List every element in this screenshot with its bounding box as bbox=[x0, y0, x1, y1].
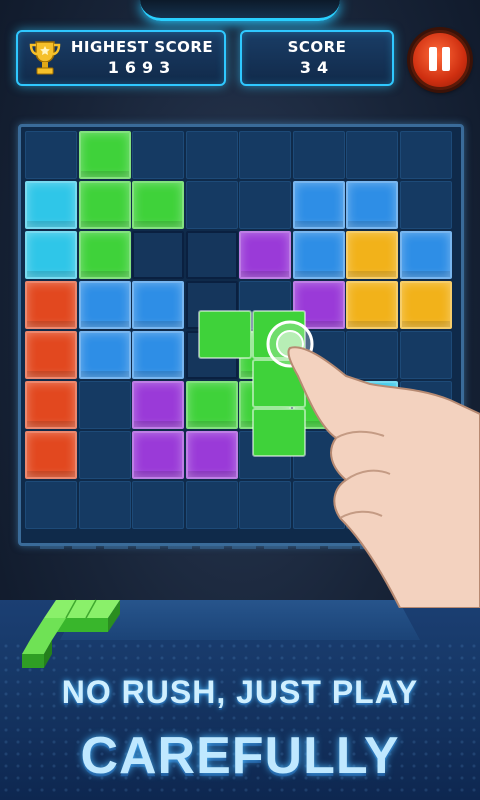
blue-block-cell bbox=[346, 181, 398, 229]
top-ornament bbox=[140, 0, 340, 21]
trophy-icon bbox=[29, 41, 61, 75]
score-label: SCORE bbox=[287, 38, 347, 56]
empty-cell bbox=[399, 181, 452, 229]
red-block-cell bbox=[25, 381, 77, 429]
blue-block-cell bbox=[132, 281, 184, 329]
blue-block-cell bbox=[132, 331, 184, 379]
purple-block-cell bbox=[132, 431, 184, 479]
target-cell bbox=[132, 231, 184, 279]
cyan-block-cell bbox=[25, 231, 77, 279]
green-block-cell bbox=[78, 131, 131, 179]
empty-cell bbox=[399, 131, 452, 179]
pause-icon bbox=[429, 47, 437, 71]
empty-cell bbox=[239, 131, 291, 179]
blue-block-cell bbox=[292, 231, 345, 279]
green-block-cell bbox=[132, 181, 184, 229]
pointing-hand-icon bbox=[266, 320, 480, 608]
purple-block-cell bbox=[239, 231, 291, 279]
blue-block-cell bbox=[78, 281, 131, 329]
red-block-cell bbox=[25, 431, 77, 479]
empty-cell bbox=[346, 131, 398, 179]
empty-cell bbox=[185, 131, 238, 179]
empty-cell bbox=[78, 481, 131, 529]
score-panel: SCORE 34 bbox=[240, 30, 394, 86]
empty-cell bbox=[78, 431, 131, 479]
score-value: 34 bbox=[299, 58, 335, 77]
empty-cell bbox=[78, 381, 131, 429]
slogan-line-1: NO RUSH, JUST PLAY bbox=[61, 674, 419, 710]
blue-block-cell bbox=[78, 331, 131, 379]
empty-cell bbox=[25, 131, 77, 179]
blue-block-cell bbox=[399, 231, 452, 279]
empty-cell bbox=[239, 181, 291, 229]
cyan-block-cell bbox=[25, 181, 77, 229]
highest-score-label: HIGHEST SCORE bbox=[70, 38, 214, 56]
empty-cell bbox=[132, 131, 184, 179]
empty-cell bbox=[185, 481, 238, 529]
empty-cell bbox=[292, 131, 345, 179]
target-cell bbox=[185, 231, 238, 279]
empty-cell bbox=[185, 181, 238, 229]
green-block-cell bbox=[78, 181, 131, 229]
yellow-block-cell bbox=[346, 231, 398, 279]
red-block-cell bbox=[25, 281, 77, 329]
empty-cell bbox=[132, 481, 184, 529]
dragged-piece-cell bbox=[198, 310, 252, 359]
blue-block-cell bbox=[292, 181, 345, 229]
purple-block-cell bbox=[132, 381, 184, 429]
highest-score-value: 1693 bbox=[107, 58, 177, 77]
highest-score-panel: HIGHEST SCORE 1693 bbox=[16, 30, 226, 86]
empty-cell bbox=[25, 481, 77, 529]
red-block-cell bbox=[25, 331, 77, 379]
3d-block-piece-icon bbox=[22, 599, 120, 668]
green-block-cell bbox=[78, 231, 131, 279]
pause-button[interactable] bbox=[410, 30, 470, 90]
slogan-line-2: CAREFULLY bbox=[80, 727, 400, 785]
